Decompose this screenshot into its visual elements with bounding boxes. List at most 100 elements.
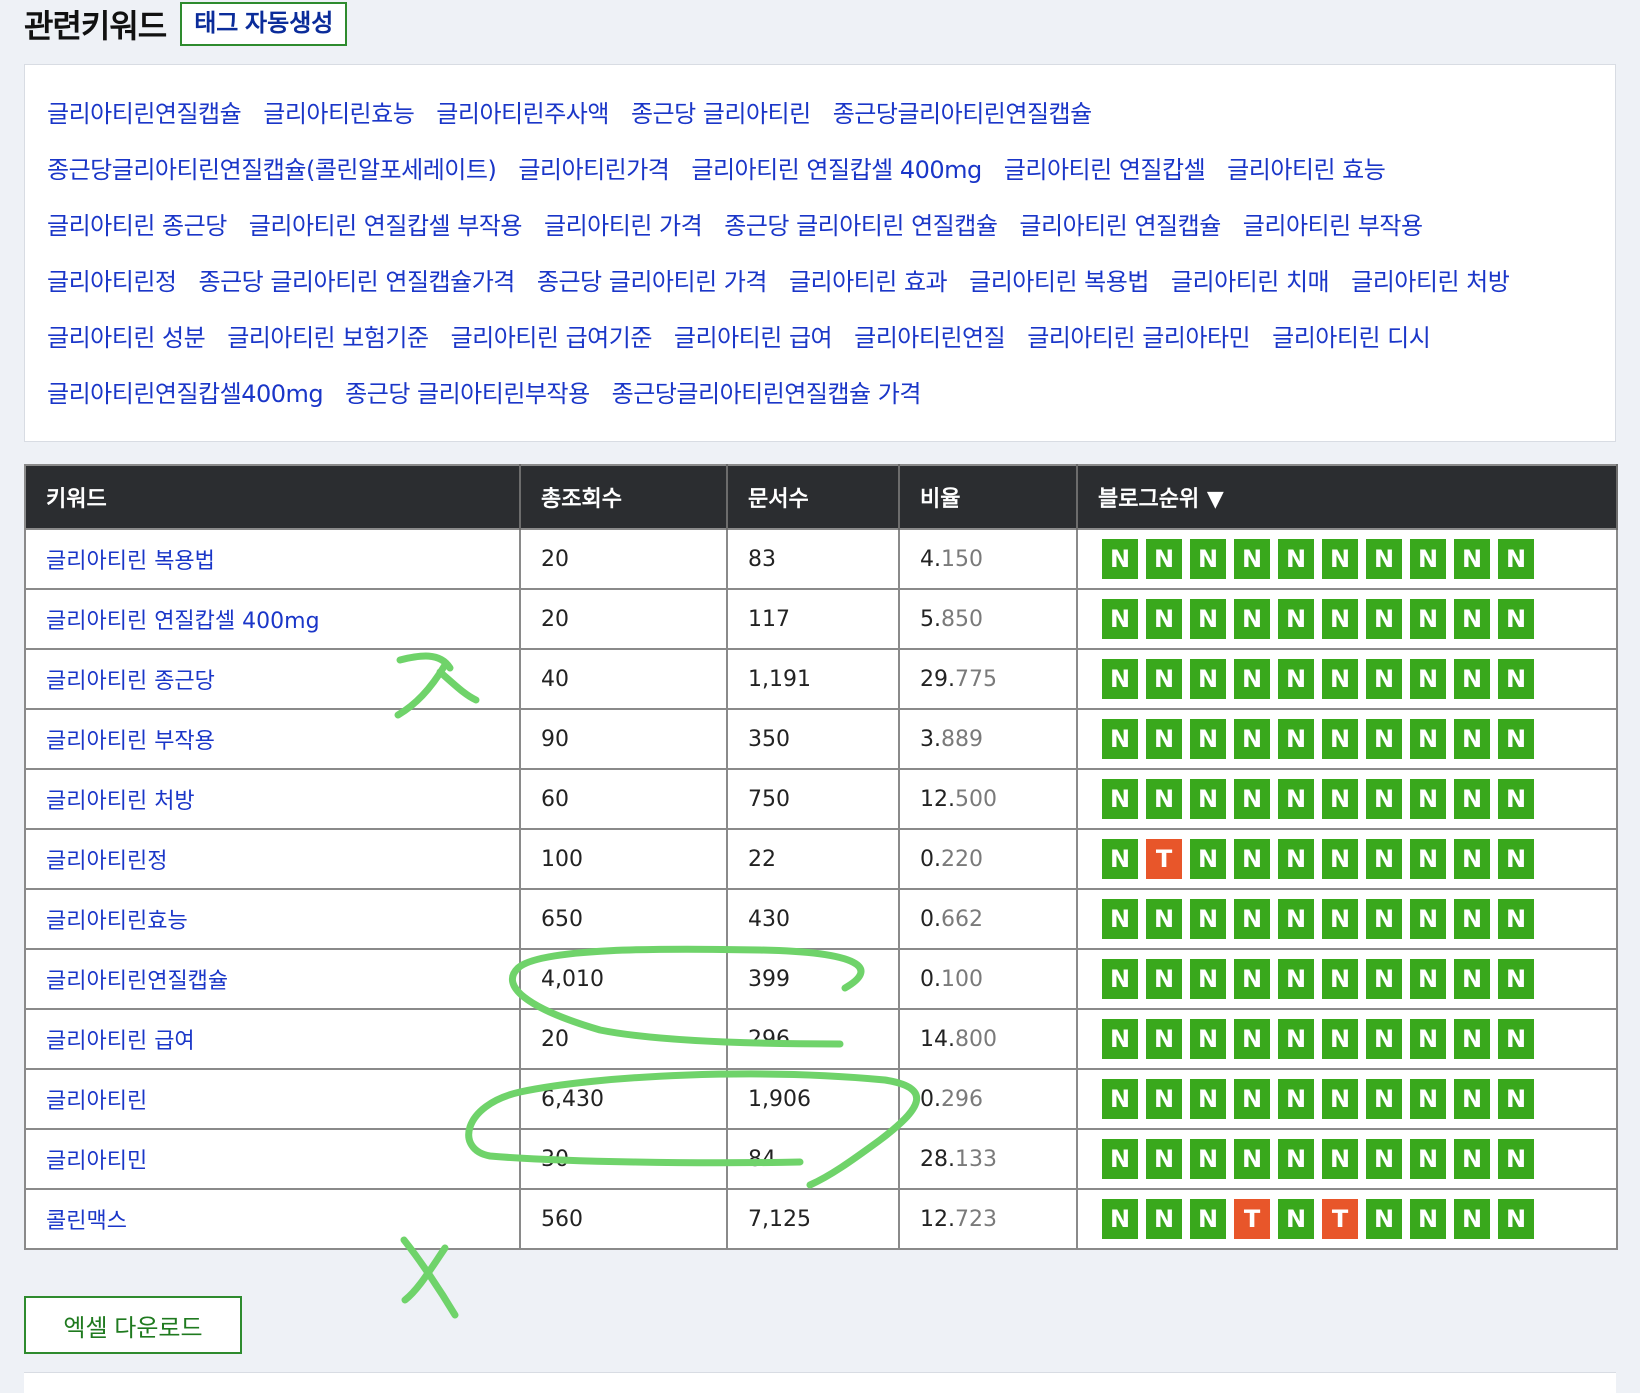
rank-badge[interactable]: N bbox=[1234, 1139, 1270, 1179]
rank-badge[interactable]: N bbox=[1102, 719, 1138, 759]
rank-badge[interactable]: N bbox=[1146, 1079, 1182, 1119]
rank-badge[interactable]: N bbox=[1498, 599, 1534, 639]
rank-badge[interactable]: T bbox=[1234, 1199, 1270, 1239]
rank-badge[interactable]: N bbox=[1190, 899, 1226, 939]
related-keyword-link[interactable]: 글리아티린주사액 bbox=[436, 94, 609, 129]
rank-badge[interactable]: N bbox=[1454, 719, 1490, 759]
rank-badge[interactable]: N bbox=[1102, 1139, 1138, 1179]
rank-badge[interactable]: N bbox=[1366, 899, 1402, 939]
rank-badge[interactable]: N bbox=[1278, 839, 1314, 879]
rank-badge[interactable]: N bbox=[1322, 1139, 1358, 1179]
keyword-cell[interactable]: 글리아티린 급여 bbox=[24, 1008, 521, 1070]
rank-badge[interactable]: N bbox=[1454, 1199, 1490, 1239]
rank-badge[interactable]: N bbox=[1498, 899, 1534, 939]
rank-badge[interactable]: N bbox=[1410, 659, 1446, 699]
rank-badge[interactable]: N bbox=[1190, 1199, 1226, 1239]
rank-badge[interactable]: N bbox=[1454, 599, 1490, 639]
rank-badge[interactable]: N bbox=[1190, 839, 1226, 879]
rank-badge[interactable]: N bbox=[1146, 659, 1182, 699]
rank-badge[interactable]: N bbox=[1498, 779, 1534, 819]
rank-badge[interactable]: N bbox=[1366, 839, 1402, 879]
related-keyword-link[interactable]: 글리아티린 효과 bbox=[789, 262, 948, 297]
related-keyword-link[interactable]: 글리아티린 보험기준 bbox=[227, 318, 429, 353]
rank-badge[interactable]: N bbox=[1190, 659, 1226, 699]
related-keyword-link[interactable]: 글리아티린 디시 bbox=[1272, 318, 1431, 353]
rank-badge[interactable]: N bbox=[1322, 839, 1358, 879]
related-keyword-link[interactable]: 글리아티린 연질캡슐 bbox=[1019, 206, 1221, 241]
keyword-cell[interactable]: 글리아티린 종근당 bbox=[24, 648, 521, 710]
rank-badge[interactable]: N bbox=[1234, 599, 1270, 639]
related-keyword-link[interactable]: 글리아티린효능 bbox=[263, 94, 415, 129]
rank-badge[interactable]: N bbox=[1146, 539, 1182, 579]
rank-badge[interactable]: N bbox=[1146, 719, 1182, 759]
rank-badge[interactable]: T bbox=[1322, 1199, 1358, 1239]
related-keyword-link[interactable]: 종근당 글리아티린 가격 bbox=[537, 262, 768, 297]
rank-badge[interactable]: N bbox=[1102, 779, 1138, 819]
rank-badge[interactable]: N bbox=[1102, 1079, 1138, 1119]
rank-badge[interactable]: N bbox=[1146, 959, 1182, 999]
rank-badge[interactable]: N bbox=[1454, 539, 1490, 579]
rank-badge[interactable]: N bbox=[1322, 899, 1358, 939]
rank-badge[interactable]: N bbox=[1234, 839, 1270, 879]
rank-badge[interactable]: N bbox=[1278, 719, 1314, 759]
related-keyword-link[interactable]: 글리아티린연질캅셀400mg bbox=[47, 374, 324, 409]
related-keyword-link[interactable]: 종근당 글리아티린부작용 bbox=[345, 374, 590, 409]
rank-badge[interactable]: N bbox=[1366, 539, 1402, 579]
rank-badge[interactable]: N bbox=[1234, 899, 1270, 939]
rank-badge[interactable]: N bbox=[1322, 599, 1358, 639]
rank-badge[interactable]: N bbox=[1366, 1079, 1402, 1119]
rank-badge[interactable]: N bbox=[1146, 599, 1182, 639]
related-keyword-link[interactable]: 글리아티린 처방 bbox=[1351, 262, 1510, 297]
related-keyword-link[interactable]: 글리아티린 연질캅셀 400mg bbox=[691, 150, 982, 185]
related-keyword-link[interactable]: 글리아티린 급여기준 bbox=[451, 318, 653, 353]
rank-badge[interactable]: N bbox=[1498, 1079, 1534, 1119]
rank-badge[interactable]: N bbox=[1234, 959, 1270, 999]
rank-badge[interactable]: N bbox=[1102, 1199, 1138, 1239]
rank-badge[interactable]: N bbox=[1410, 1199, 1446, 1239]
rank-badge[interactable]: N bbox=[1498, 659, 1534, 699]
rank-badge[interactable]: N bbox=[1498, 719, 1534, 759]
rank-badge[interactable]: N bbox=[1278, 1019, 1314, 1059]
keyword-cell[interactable]: 글리아티린 처방 bbox=[24, 768, 521, 830]
rank-badge[interactable]: N bbox=[1278, 1079, 1314, 1119]
rank-badge[interactable]: N bbox=[1102, 959, 1138, 999]
rank-badge[interactable]: N bbox=[1102, 539, 1138, 579]
rank-badge[interactable]: N bbox=[1498, 959, 1534, 999]
rank-badge[interactable]: N bbox=[1498, 1199, 1534, 1239]
rank-badge[interactable]: N bbox=[1234, 779, 1270, 819]
rank-badge[interactable]: N bbox=[1322, 1019, 1358, 1059]
rank-badge[interactable]: N bbox=[1366, 1019, 1402, 1059]
rank-badge[interactable]: N bbox=[1278, 959, 1314, 999]
rank-badge[interactable]: N bbox=[1322, 539, 1358, 579]
rank-badge[interactable]: N bbox=[1322, 959, 1358, 999]
rank-badge[interactable]: N bbox=[1366, 1139, 1402, 1179]
rank-badge[interactable]: N bbox=[1454, 779, 1490, 819]
rank-badge[interactable]: N bbox=[1234, 1019, 1270, 1059]
rank-badge[interactable]: N bbox=[1454, 1079, 1490, 1119]
keyword-cell[interactable]: 글리아티린효능 bbox=[24, 888, 521, 950]
rank-badge[interactable]: N bbox=[1410, 1139, 1446, 1179]
rank-badge[interactable]: N bbox=[1190, 719, 1226, 759]
rank-badge[interactable]: N bbox=[1410, 899, 1446, 939]
rank-badge[interactable]: N bbox=[1454, 1019, 1490, 1059]
rank-badge[interactable]: N bbox=[1278, 899, 1314, 939]
keyword-cell[interactable]: 글리아티린연질캡슐 bbox=[24, 948, 521, 1010]
col-header-blog-rank[interactable]: 블로그순위 ▼ bbox=[1077, 465, 1618, 529]
rank-badge[interactable]: N bbox=[1102, 839, 1138, 879]
rank-badge[interactable]: N bbox=[1410, 599, 1446, 639]
rank-badge[interactable]: N bbox=[1410, 539, 1446, 579]
rank-badge[interactable]: T bbox=[1146, 839, 1182, 879]
auto-tag-button[interactable]: 태그 자동생성 bbox=[180, 2, 348, 46]
col-header-ratio[interactable]: 비율 bbox=[899, 465, 1078, 529]
rank-badge[interactable]: N bbox=[1190, 1019, 1226, 1059]
related-keyword-link[interactable]: 글리아티린 연질캅셀 bbox=[1004, 150, 1206, 185]
rank-badge[interactable]: N bbox=[1366, 779, 1402, 819]
rank-badge[interactable]: N bbox=[1498, 539, 1534, 579]
rank-badge[interactable]: N bbox=[1190, 779, 1226, 819]
rank-badge[interactable]: N bbox=[1102, 899, 1138, 939]
rank-badge[interactable]: N bbox=[1234, 719, 1270, 759]
keyword-cell[interactable]: 글리아티린정 bbox=[24, 828, 521, 890]
rank-badge[interactable]: N bbox=[1146, 1199, 1182, 1239]
related-keyword-link[interactable]: 글리아티린가격 bbox=[518, 150, 670, 185]
keyword-cell[interactable]: 콜린맥스 bbox=[24, 1188, 521, 1250]
